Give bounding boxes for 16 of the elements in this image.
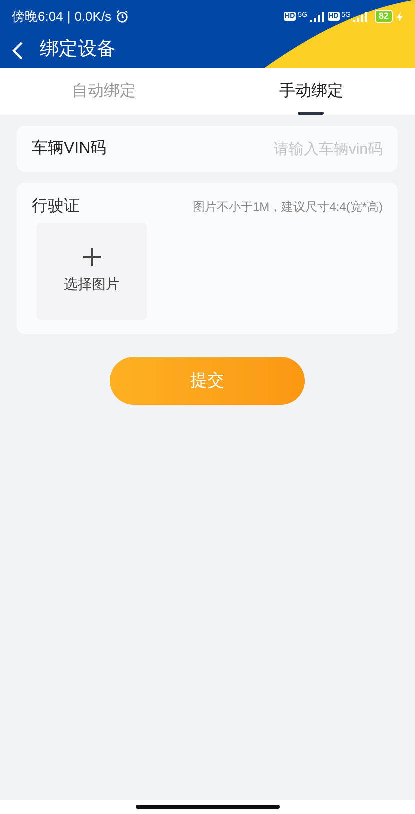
charging-icon: [397, 12, 403, 22]
signal-icon: [352, 12, 367, 22]
status-time: 傍晚6:04: [12, 8, 64, 26]
network-speed: 0.0K/s: [74, 8, 112, 26]
vin-label: 车辆VIN码: [32, 138, 107, 159]
status-separator: |: [67, 8, 71, 26]
license-label: 行驶证: [32, 196, 80, 217]
alarm-icon: [116, 10, 129, 23]
tab[interactable]: 手动绑定: [208, 68, 415, 115]
image-hint: 图片不小于1M，建议尺寸4:4(宽*高): [192, 199, 383, 216]
signal-icon: [310, 12, 324, 22]
image-upload-button[interactable]: 选择图片: [37, 223, 147, 320]
page-title: 绑定设备: [40, 38, 116, 62]
back-icon[interactable]: [12, 42, 24, 60]
plus-icon: [83, 248, 101, 266]
battery-indicator: 82: [374, 10, 393, 23]
